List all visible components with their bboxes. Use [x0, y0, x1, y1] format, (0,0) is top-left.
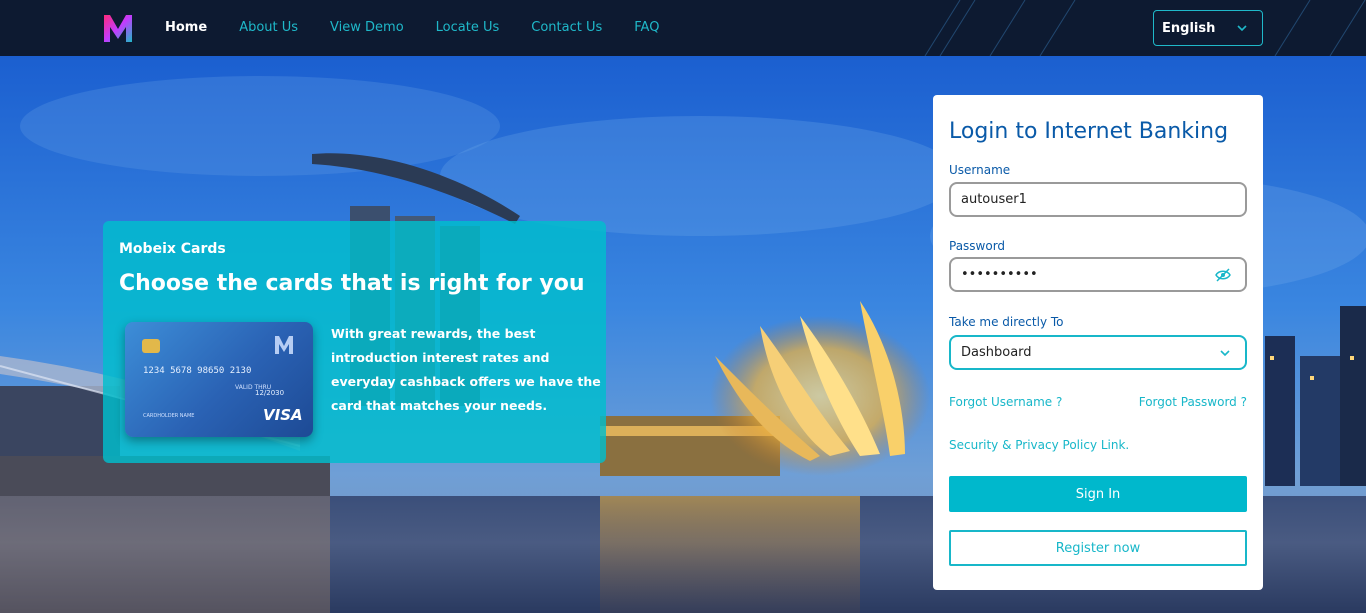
nav-about-us[interactable]: About Us [239, 0, 298, 56]
destination-label: Take me directly To [949, 315, 1064, 329]
username-input[interactable]: autouser1 [949, 182, 1247, 217]
language-value: English [1162, 20, 1216, 36]
username-value: autouser1 [961, 192, 1027, 207]
chevron-down-icon [1220, 350, 1230, 357]
top-navigation-bar: Home About Us View Demo Locate Us Contac… [0, 0, 1366, 56]
nav-contact-us[interactable]: Contact Us [531, 0, 602, 56]
card-holder: CARDHOLDER NAME [143, 413, 195, 419]
sign-in-button[interactable]: Sign In [949, 476, 1247, 512]
credit-card-image: 1234 5678 98650 2130 VALID THRU 12/2030 … [125, 322, 313, 437]
language-select[interactable]: English [1153, 10, 1263, 46]
password-input[interactable]: •••••••••• [949, 257, 1247, 292]
card-number: 1234 5678 98650 2130 [143, 366, 252, 376]
forgot-password-link[interactable]: Forgot Password ? [1139, 395, 1247, 409]
username-label: Username [949, 163, 1011, 177]
hide-password-icon[interactable] [1215, 268, 1231, 282]
forgot-username-link[interactable]: Forgot Username ? [949, 395, 1062, 409]
login-panel: Login to Internet Banking Username autou… [933, 95, 1263, 590]
password-label: Password [949, 239, 1006, 253]
register-button[interactable]: Register now [949, 530, 1247, 566]
nav-faq[interactable]: FAQ [634, 0, 659, 56]
promo-kicker: Mobeix Cards [119, 241, 226, 257]
mobeix-logo-icon[interactable] [101, 11, 135, 45]
card-brand: VISA [263, 406, 303, 424]
destination-select[interactable]: Dashboard [949, 335, 1247, 370]
card-logo-icon [275, 336, 293, 354]
password-value: •••••••••• [961, 267, 1038, 282]
cards-promo-panel: Mobeix Cards Choose the cards that is ri… [103, 221, 606, 463]
nav-home[interactable]: Home [165, 0, 207, 56]
main-nav: Home About Us View Demo Locate Us Contac… [165, 0, 691, 56]
nav-view-demo[interactable]: View Demo [330, 0, 404, 56]
destination-value: Dashboard [961, 345, 1032, 360]
chevron-down-icon [1237, 25, 1247, 32]
promo-headline: Choose the cards that is right for you [119, 271, 585, 296]
card-expiry: 12/2030 [255, 389, 285, 397]
login-title: Login to Internet Banking [949, 119, 1229, 144]
nav-locate-us[interactable]: Locate Us [436, 0, 500, 56]
privacy-policy-link[interactable]: Security & Privacy Policy Link. [949, 438, 1129, 452]
promo-description: With great rewards, the best introductio… [331, 326, 601, 413]
card-chip-icon [142, 339, 160, 353]
